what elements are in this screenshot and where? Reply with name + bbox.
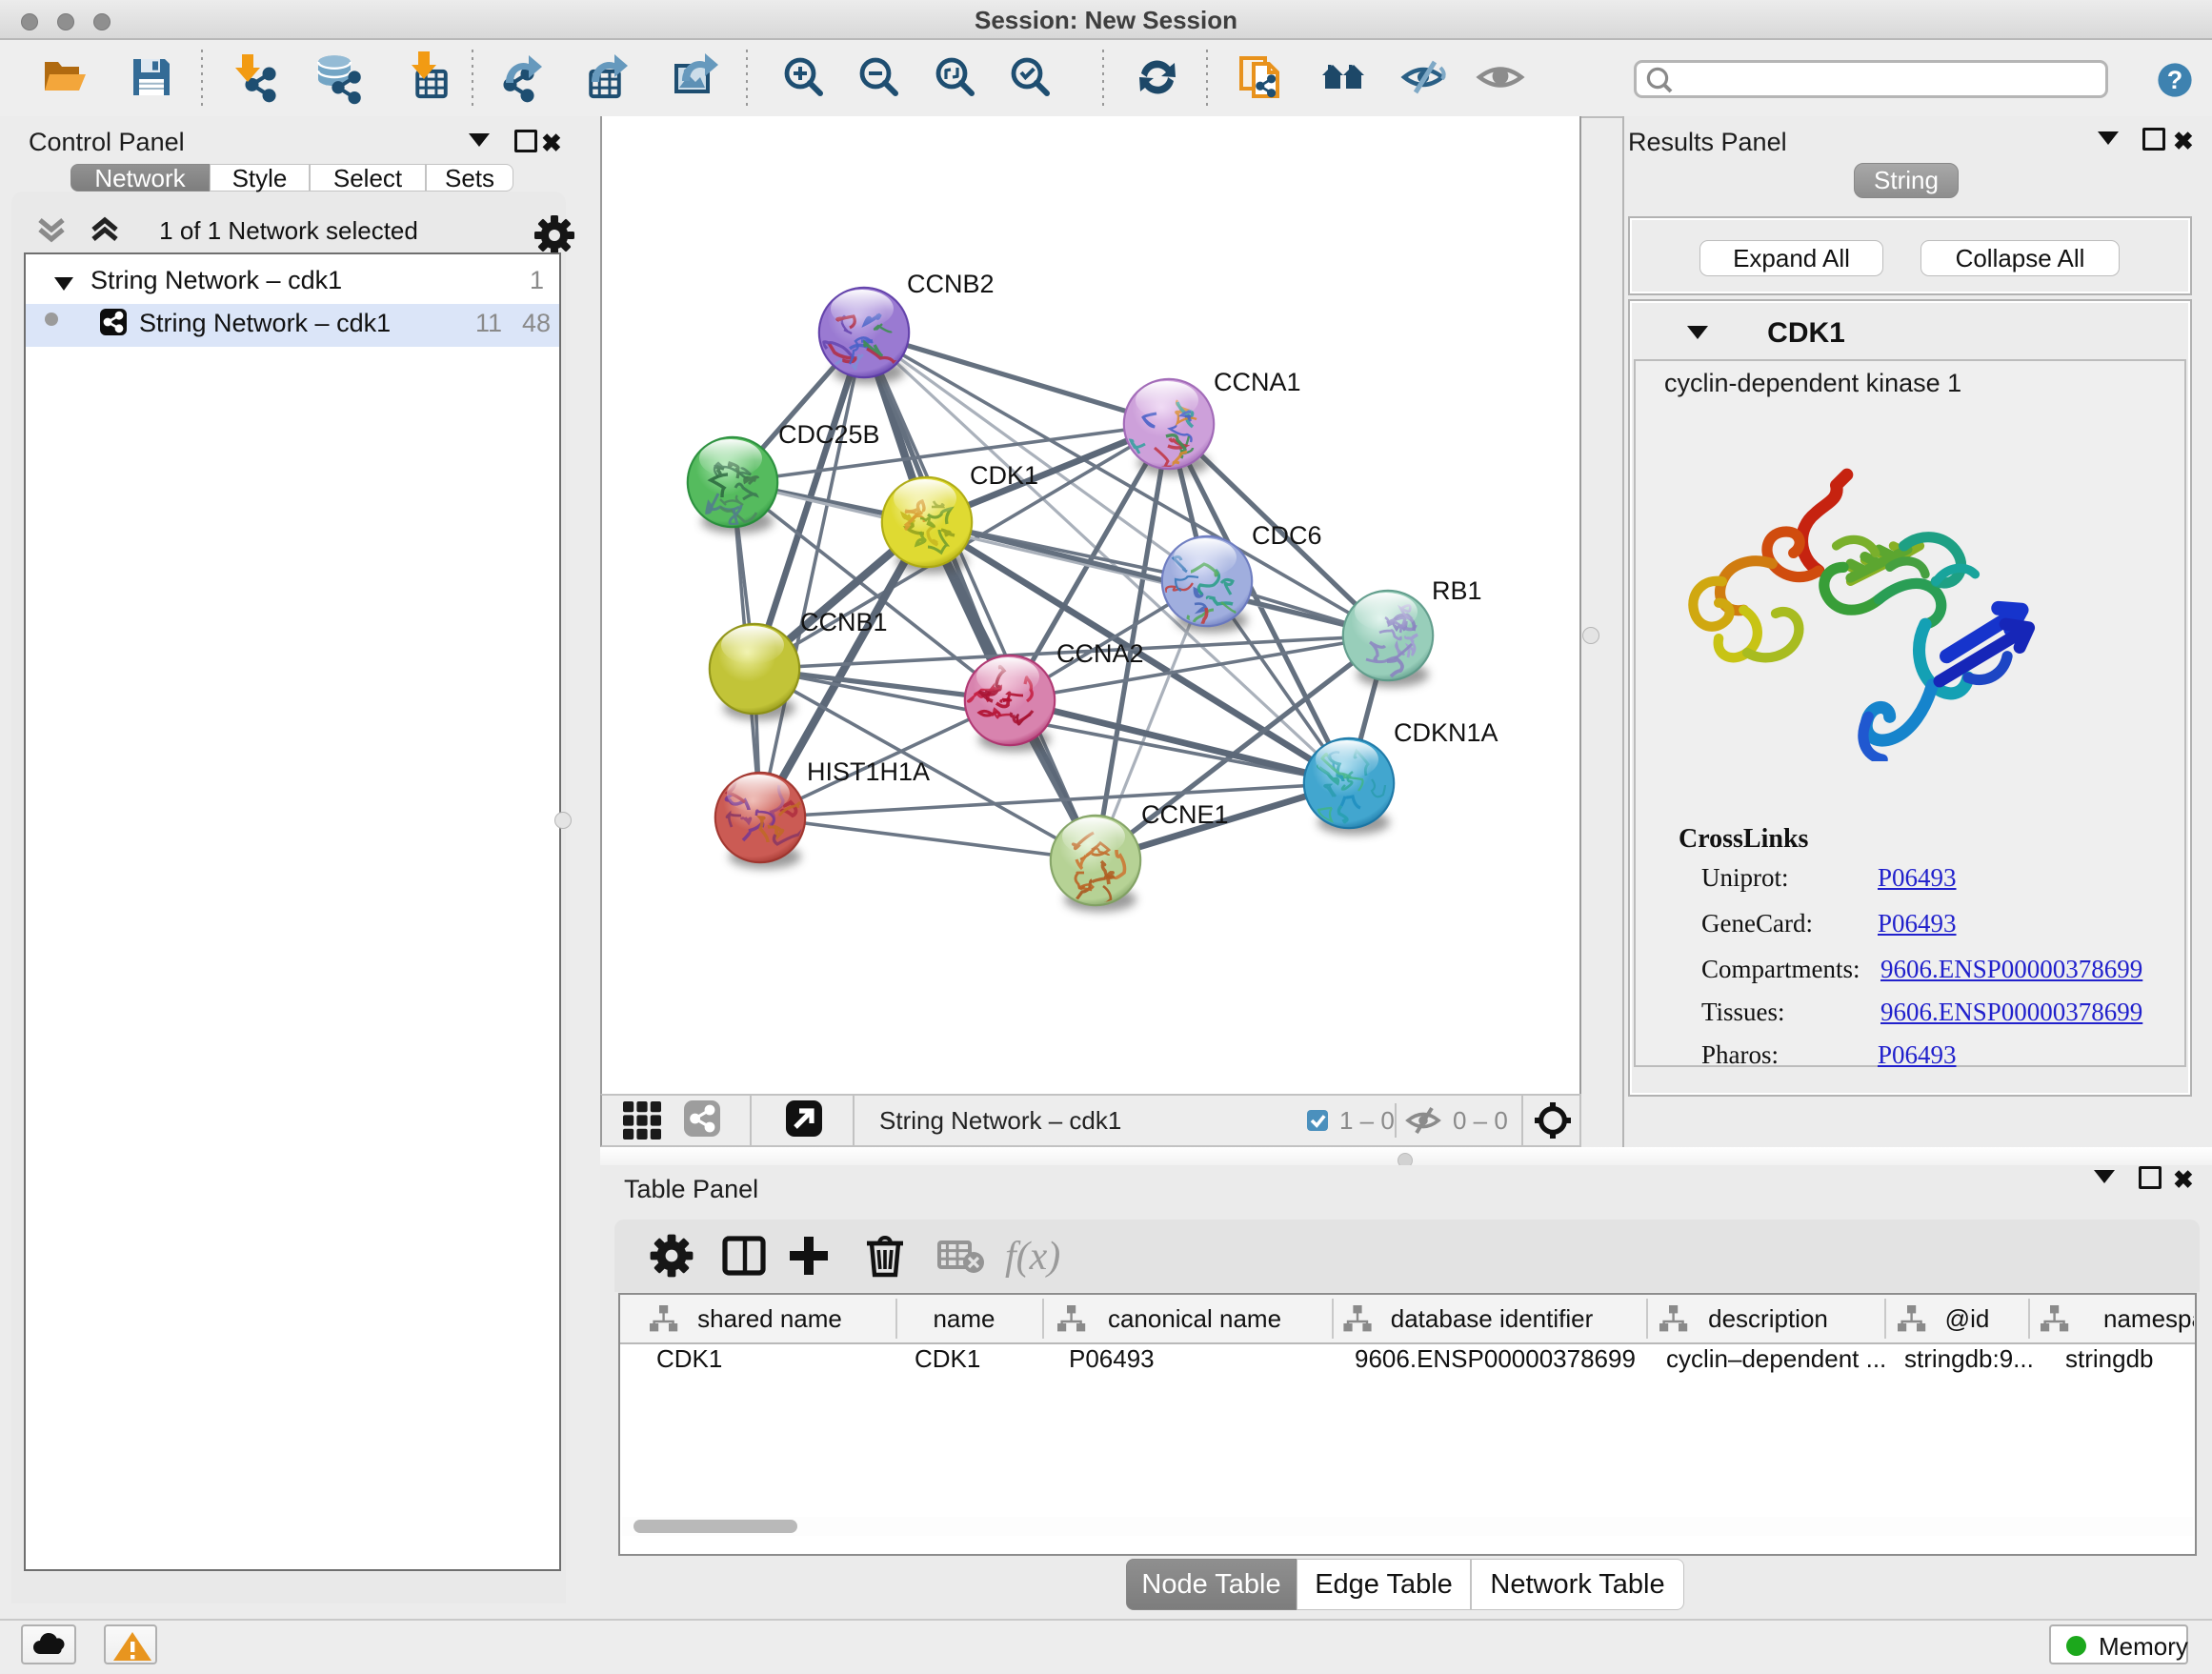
svg-text:CDK1: CDK1 [970, 461, 1038, 490]
svg-text:CCNB1: CCNB1 [800, 608, 888, 636]
svg-text:CCNA1: CCNA1 [1214, 368, 1301, 396]
svg-text:name: name [933, 1304, 995, 1333]
svg-text:shared name: shared name [697, 1304, 842, 1333]
svg-text:CDC25B: CDC25B [778, 420, 880, 449]
svg-text:@id: @id [1945, 1304, 1990, 1333]
svg-text:1 – 0: 1 – 0 [1339, 1106, 1395, 1135]
svg-text:namespac: namespac [2103, 1304, 2194, 1333]
svg-text:CDKN1A: CDKN1A [1394, 718, 1498, 747]
svg-text:CCNE1: CCNE1 [1141, 800, 1229, 829]
svg-text:HIST1H1A: HIST1H1A [807, 757, 930, 786]
svg-text:CCNA2: CCNA2 [1056, 639, 1144, 668]
svg-text:?: ? [2167, 66, 2183, 94]
svg-text:database identifier: database identifier [1391, 1304, 1594, 1333]
svg-text:CCNB2: CCNB2 [907, 270, 995, 298]
svg-text:f(x): f(x) [1005, 1235, 1060, 1279]
svg-text:RB1: RB1 [1432, 576, 1482, 605]
svg-text:String Network – cdk1: String Network – cdk1 [879, 1106, 1121, 1135]
svg-text:canonical name: canonical name [1108, 1304, 1281, 1333]
svg-text:0 – 0: 0 – 0 [1453, 1106, 1508, 1135]
svg-text:description: description [1708, 1304, 1828, 1333]
svg-text:CDC6: CDC6 [1252, 521, 1322, 550]
